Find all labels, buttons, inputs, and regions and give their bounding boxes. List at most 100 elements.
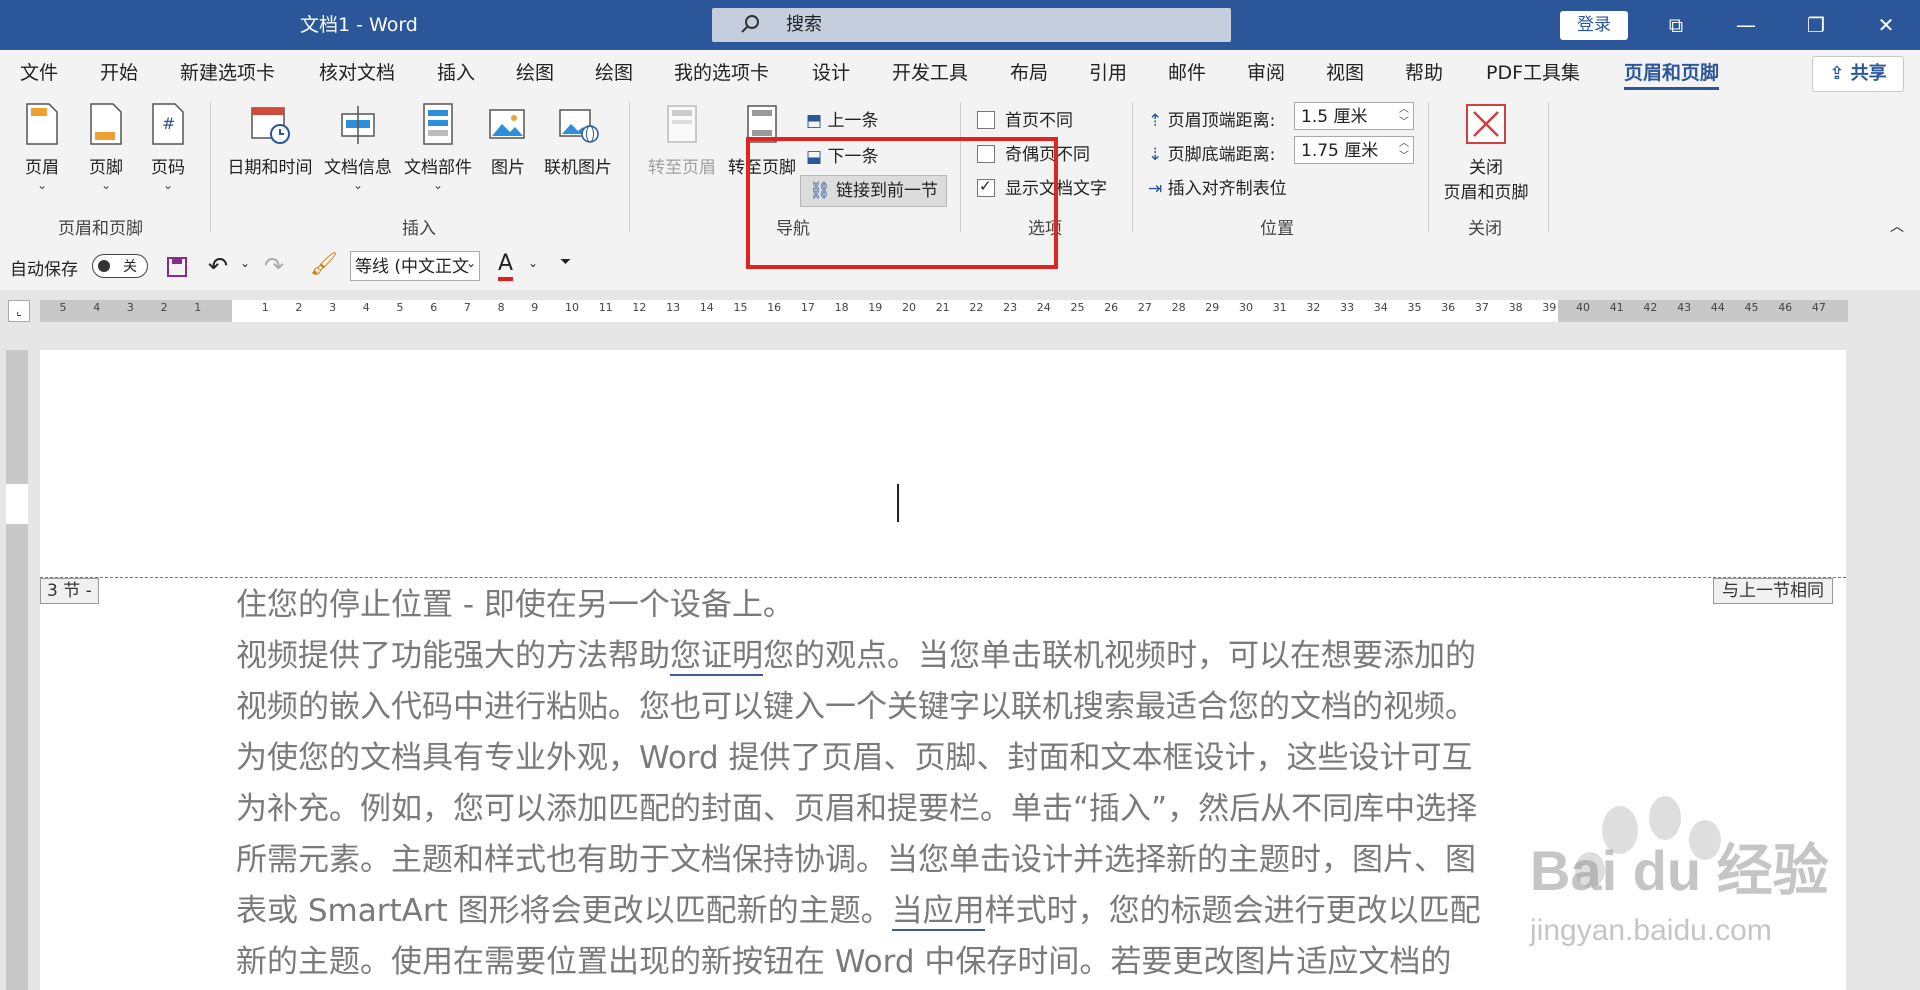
chevron-down-icon: ⌄ xyxy=(36,178,48,192)
tab-pdf-tools[interactable]: PDF工具集 xyxy=(1486,50,1580,96)
chevron-down-icon[interactable]: ⌄ xyxy=(466,256,476,270)
tab-review[interactable]: 审阅 xyxy=(1247,50,1285,96)
tab-help[interactable]: 帮助 xyxy=(1405,50,1443,96)
ruler-number: 32 xyxy=(1306,301,1321,314)
tab-draw-2[interactable]: 绘图 xyxy=(595,50,633,96)
tab-check-doc[interactable]: 核对文档 xyxy=(319,50,395,96)
watermark-url: jingyan.baidu.com xyxy=(1529,914,1772,947)
chevron-down-icon: ⌄ xyxy=(100,178,112,192)
picture-button[interactable]: 图片 xyxy=(482,102,534,178)
collapse-ribbon-icon[interactable]: ︿ xyxy=(1890,216,1904,236)
ruler-number: 22 xyxy=(969,301,984,314)
footer-button[interactable]: 页脚 ⌄ xyxy=(80,102,132,192)
spin-arrows-icon[interactable]: ︿ ﹀ xyxy=(1399,103,1409,129)
tab-layout[interactable]: 布局 xyxy=(1010,50,1048,96)
page-number-icon: # xyxy=(152,103,184,145)
header-icon xyxy=(26,103,58,145)
page-number-button[interactable]: # 页码 ⌄ xyxy=(142,102,194,192)
ruler-number: 29 xyxy=(1205,301,1220,314)
document-body[interactable]: 住您的停止位置 - 即使在另一个设备上。 视频提供了功能强大的方法帮助您证明您的… xyxy=(236,580,1560,988)
minimize-icon[interactable]: — xyxy=(1716,0,1776,50)
save-icon[interactable] xyxy=(166,256,188,278)
chevron-down-icon[interactable]: ⌄ xyxy=(528,256,538,270)
group-separator xyxy=(629,102,630,232)
quick-parts-button[interactable]: 文档部件 ⌄ xyxy=(400,102,476,192)
tab-references[interactable]: 引用 xyxy=(1089,50,1127,96)
font-color-button[interactable]: A xyxy=(498,251,514,281)
online-picture-button[interactable]: 联机图片 xyxy=(538,102,618,178)
tab-mailings[interactable]: 邮件 xyxy=(1168,50,1206,96)
goto-header-button[interactable]: 转至页眉 xyxy=(642,102,722,178)
spin-arrows-icon[interactable]: ︿ ﹀ xyxy=(1399,137,1409,163)
date-time-button[interactable]: 日期和时间 xyxy=(224,102,316,178)
close-header-footer-button[interactable]: 关闭 页眉和页脚 xyxy=(1436,102,1536,203)
ruler-number: 27 xyxy=(1137,301,1152,314)
format-painter-icon[interactable]: 🖌 xyxy=(310,252,338,277)
previous-label: 上一条 xyxy=(827,111,879,131)
tab-developer[interactable]: 开发工具 xyxy=(892,50,968,96)
customize-qat-icon[interactable]: ⏷ xyxy=(560,254,571,270)
tab-my-tab[interactable]: 我的选项卡 xyxy=(674,50,769,96)
close-icon[interactable]: ✕ xyxy=(1856,0,1916,50)
picture-icon xyxy=(489,109,525,139)
ruler-number: 34 xyxy=(1373,301,1388,314)
doc-info-button[interactable]: 文档信息 ⌄ xyxy=(320,102,396,192)
previous-button[interactable]: ⬒ 上一条 xyxy=(806,106,878,131)
ruler-number: 25 xyxy=(1070,301,1085,314)
quick-parts-icon xyxy=(423,103,453,145)
first-page-different-checkbox[interactable]: 首页不同 xyxy=(977,106,1073,131)
section-tag: 3 节 - xyxy=(40,578,99,604)
login-button[interactable]: 登录 xyxy=(1560,11,1628,40)
ruler-number: 43 xyxy=(1677,301,1692,314)
ruler-number: 42 xyxy=(1643,301,1658,314)
tab-insert[interactable]: 插入 xyxy=(437,50,475,96)
ruler-number: 4 xyxy=(93,301,101,314)
group-separator xyxy=(1132,102,1133,232)
search-box[interactable]: 搜索 xyxy=(712,8,1231,42)
body-line: 新的主题。使用在需要位置出现的新按钮在 Word 中保存时间。若要更改图片适应文… xyxy=(236,944,1452,980)
restore-icon[interactable]: ❐ xyxy=(1786,0,1846,50)
body-line: 为补充。例如，您可以添加匹配的封面、页眉和提要栏。单击“插入”，然后从不同库中选… xyxy=(236,791,1478,827)
goto-header-label: 转至页眉 xyxy=(648,158,716,178)
watermark-brand: Bai du 经验 xyxy=(1530,839,1829,902)
ruler-number: 1 xyxy=(194,301,202,314)
chevron-down-icon[interactable]: ⌄ xyxy=(240,256,250,270)
chevron-down-icon: ⌄ xyxy=(432,178,444,192)
goto-header-icon xyxy=(667,105,697,143)
vertical-ruler[interactable] xyxy=(6,350,28,990)
tab-home[interactable]: 开始 xyxy=(100,50,138,96)
ruler-number: 3 xyxy=(329,301,337,314)
autosave-toggle[interactable]: 关 xyxy=(92,254,148,278)
ruler-number: 23 xyxy=(1003,301,1018,314)
body-line: 所需元素。主题和样式也有助于文档保持协调。当您单击设计并选择新的主题时，图片、图 xyxy=(236,842,1476,878)
footer-bottom-distance-label: ⇣ 页脚底端距离: xyxy=(1148,140,1275,165)
horizontal-ruler[interactable]: ⌞ 5 4 3 2 1 1 2 3 4 5 6 7 8 9 10 11 12 13 14 15 16 17 18 19 20 21… xyxy=(0,290,1920,330)
redo-icon[interactable]: ↷ xyxy=(264,252,284,280)
header-button[interactable]: 页眉 ⌄ xyxy=(16,102,68,192)
ruler-number: 33 xyxy=(1340,301,1355,314)
tab-selector-icon[interactable]: ⌞ xyxy=(8,300,30,322)
search-icon xyxy=(741,15,759,33)
ruler-number: 20 xyxy=(902,301,916,314)
search-placeholder: 搜索 xyxy=(786,14,822,35)
share-button[interactable]: ⇪ 共享 xyxy=(1812,56,1904,92)
ribbon-display-options-icon[interactable]: ⧉ xyxy=(1646,0,1706,50)
alignment-tab-icon: ⇥ xyxy=(1148,179,1168,199)
tab-new-tab[interactable]: 新建选项卡 xyxy=(180,50,275,96)
header-top-distance-input[interactable]: 1.5 厘米 ︿ ﹀ xyxy=(1294,102,1414,130)
calendar-clock-icon xyxy=(251,107,290,144)
tab-draw[interactable]: 绘图 xyxy=(516,50,554,96)
footer-label: 页脚 xyxy=(89,158,123,178)
baidu-paw-logo: Bai du 经验 jingyan.baidu.com xyxy=(1529,796,1829,947)
font-name-select[interactable]: 等线 (中文正文 xyxy=(350,251,480,281)
tab-design[interactable]: 设计 xyxy=(812,50,850,96)
ruler-number: 28 xyxy=(1171,301,1186,314)
undo-icon[interactable]: ↶ xyxy=(208,252,228,280)
same-as-previous-tag: 与上一节相同 xyxy=(1713,578,1833,604)
footer-bottom-distance-input[interactable]: 1.75 厘米 ︿ ﹀ xyxy=(1294,136,1414,164)
insert-alignment-tab-button[interactable]: ⇥ 插入对齐制表位 xyxy=(1148,174,1287,199)
ruler-number: 36 xyxy=(1441,301,1456,314)
tab-file[interactable]: 文件 xyxy=(20,50,58,96)
tab-header-footer[interactable]: 页眉和页脚 xyxy=(1624,50,1720,96)
tab-view[interactable]: 视图 xyxy=(1326,50,1364,96)
